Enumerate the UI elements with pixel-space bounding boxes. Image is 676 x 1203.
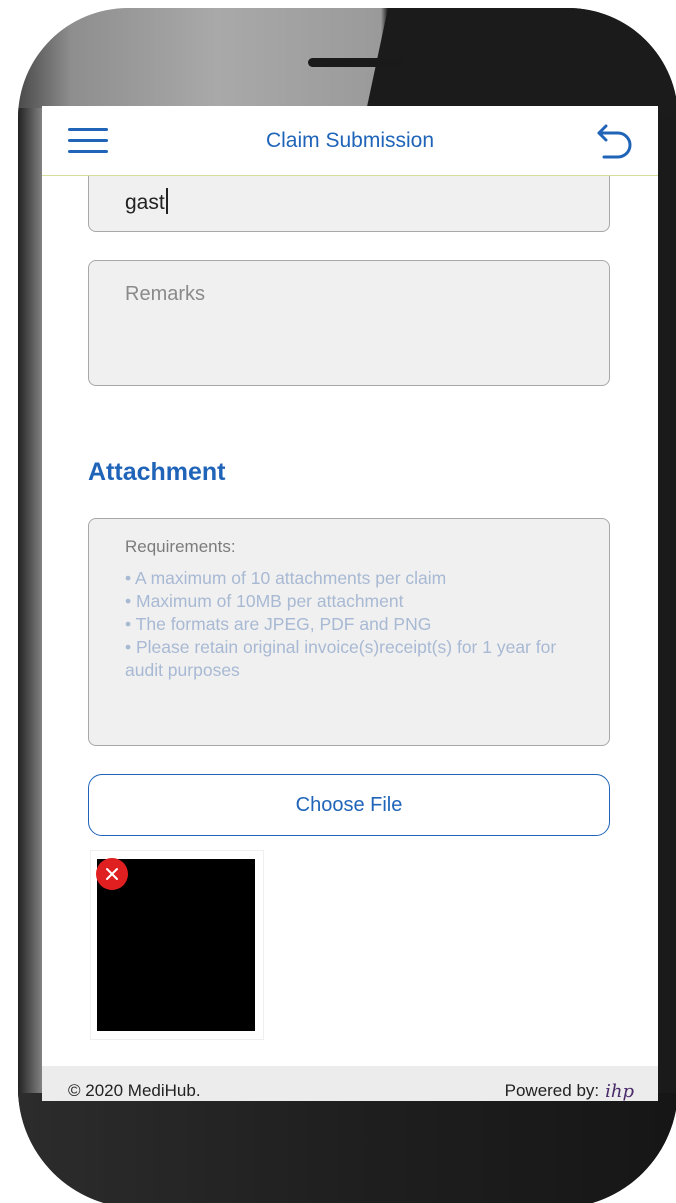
remarks-field[interactable]: Remarks (88, 260, 610, 386)
requirements-title: Requirements: (125, 537, 236, 556)
remove-attachment-button[interactable] (96, 858, 128, 890)
requirements-box: Requirements: • A maximum of 10 attachme… (88, 518, 610, 746)
powered-by-label: Powered by: (504, 1081, 600, 1100)
phone-chin (18, 1093, 676, 1203)
phone-top-shadow (364, 8, 676, 118)
app-header: Claim Submission (42, 106, 658, 176)
footer: © 2020 MediHub. Powered by: ihp (42, 1066, 658, 1101)
copyright-text: © 2020 MediHub. (68, 1081, 201, 1100)
requirement-item: • Maximum of 10MB per attachment (125, 591, 404, 611)
ihp-logo: ihp (605, 1080, 634, 1102)
remarks-placeholder: Remarks (125, 283, 206, 305)
text-input-field[interactable]: gast (88, 176, 610, 232)
attachment-heading: Attachment (88, 458, 226, 486)
requirement-item: • Please retain original invoice(s)recei… (125, 637, 557, 680)
close-icon (106, 868, 118, 880)
phone-side (18, 108, 44, 1098)
hamburger-menu-icon[interactable] (68, 128, 108, 154)
app-screen: Claim Submission gast Remarks Attachment… (42, 106, 658, 1101)
page-title: Claim Submission (265, 128, 435, 152)
phone-speaker (308, 58, 404, 67)
requirement-item: • A maximum of 10 attachments per claim (125, 568, 447, 588)
powered-by: Powered by: ihp (505, 1081, 634, 1102)
text-input-value: gast (125, 191, 165, 214)
requirement-item: • The formats are JPEG, PDF and PNG (125, 614, 432, 634)
text-cursor (165, 188, 168, 214)
back-arrow-icon[interactable] (594, 120, 636, 160)
choose-file-button[interactable]: Choose File (88, 774, 610, 836)
